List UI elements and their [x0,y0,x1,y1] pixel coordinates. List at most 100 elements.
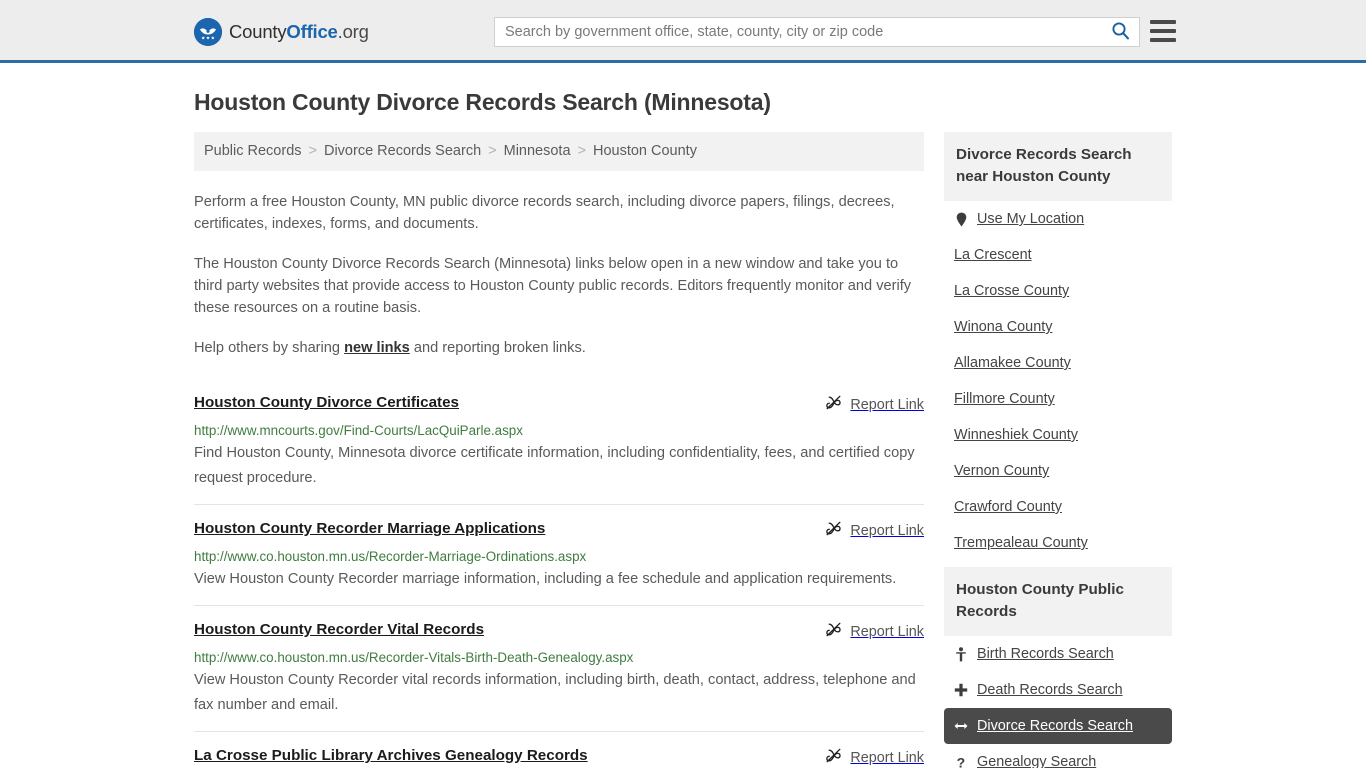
result-title-link[interactable]: Houston County Recorder Marriage Applica… [194,519,545,539]
sidebar-nearby-link[interactable]: Winona County [954,318,1052,336]
result-header: Houston County Recorder Marriage Applica… [194,519,924,542]
report-link-button[interactable]: Report Link [825,746,924,768]
sidebar-item-la-crosse-county[interactable]: La Crosse County [944,273,1172,309]
breadcrumb-separator: > [488,143,497,159]
breadcrumb-item-minnesota[interactable]: Minnesota [504,142,571,161]
result-title-link[interactable]: La Crosse Public Library Archives Geneal… [194,746,588,766]
results-list: Houston County Divorce Certificates Repo… [194,379,924,768]
sidebar-nearby-list: Use My Location La Crescent La Crosse Co… [944,201,1172,561]
broken-link-icon [825,394,842,416]
sidebar-public-records-list: Birth Records Search Death Records Searc… [944,636,1172,768]
intro-paragraph-3: Help others by sharing new links and rep… [194,337,924,359]
breadcrumb: Public Records > Divorce Records Search … [194,132,924,171]
main-content: Public Records > Divorce Records Search … [194,132,924,768]
map-pin-icon [954,211,968,227]
logo-part-county: County [229,21,287,42]
sidebar-public-records-box: Houston County Public Records Birth Reco… [944,567,1172,768]
sidebar-nearby-link[interactable]: Winneshiek County [954,426,1078,444]
county-office-emblem-icon [194,18,222,46]
report-link-button[interactable]: Report Link [825,519,924,542]
sidebar-item-death-records-search[interactable]: Death Records Search [944,672,1172,708]
breadcrumb-item-houston-county[interactable]: Houston County [593,142,697,161]
sidebar-nearby-link[interactable]: Trempealeau County [954,534,1088,552]
intro-p3-before: Help others by sharing [194,340,345,356]
intro-paragraph-2: The Houston County Divorce Records Searc… [194,256,912,316]
left-right-arrow-icon [954,718,968,734]
intro-paragraph-1: Perform a free Houston County, MN public… [194,194,895,232]
hamburger-bar [1150,29,1176,33]
result-header: Houston County Recorder Vital Records Re… [194,620,924,643]
sidebar-public-records-link[interactable]: Genealogy Search [977,753,1096,768]
sidebar-nearby-link[interactable]: Vernon County [954,462,1049,480]
report-link-label: Report Link [850,523,924,539]
logo-part-tld: .org [337,21,369,42]
intro-p3-after: and reporting broken links. [409,340,586,356]
result-header: La Crosse Public Library Archives Geneal… [194,746,924,768]
svg-text:?: ? [956,755,965,768]
sidebar-item-la-crescent[interactable]: La Crescent [944,237,1172,273]
search-icon [1111,21,1130,43]
sidebar-item-fillmore-county[interactable]: Fillmore County [944,381,1172,417]
result-title-link[interactable]: Houston County Divorce Certificates [194,393,459,413]
result-url[interactable]: http://www.mncourts.gov/Find-Courts/LacQ… [194,422,924,440]
breadcrumb-item-divorce-records-search[interactable]: Divorce Records Search [324,142,481,161]
result-description: Find Houston County, Minnesota divorce c… [194,445,915,486]
report-link-button[interactable]: Report Link [825,620,924,643]
report-link-label: Report Link [850,397,924,413]
site-header: CountyOffice.org [0,0,1366,63]
logo-part-office: Office [286,21,338,42]
report-link-label: Report Link [850,750,924,766]
menu-button[interactable] [1150,20,1176,42]
page-title: Houston County Divorce Records Search (M… [194,89,771,115]
sidebar-nearby-link[interactable]: Crawford County [954,498,1062,516]
broken-link-icon [825,520,842,542]
cross-icon [954,682,968,698]
site-logo[interactable]: CountyOffice.org [194,18,369,46]
sidebar-item-genealogy-search[interactable]: ? Genealogy Search [944,744,1172,768]
sidebar-item-crawford-county[interactable]: Crawford County [944,489,1172,525]
sidebar-item-winneshiek-county[interactable]: Winneshiek County [944,417,1172,453]
sidebar-nearby-link[interactable]: Allamakee County [954,354,1071,372]
sidebar-item-birth-records-search[interactable]: Birth Records Search [944,636,1172,672]
question-mark-icon: ? [954,754,968,768]
content-columns: Public Records > Divorce Records Search … [194,132,1172,768]
sidebar-nearby-link[interactable]: La Crescent [954,246,1032,264]
intro-text: Perform a free Houston County, MN public… [194,191,924,359]
result-item: La Crosse Public Library Archives Geneal… [194,731,924,768]
result-header: Houston County Divorce Certificates Repo… [194,393,924,416]
result-item: Houston County Recorder Vital Records Re… [194,605,924,731]
sidebar-nearby-link[interactable]: La Crosse County [954,282,1069,300]
sidebar-public-records-link[interactable]: Death Records Search [977,681,1123,699]
breadcrumb-separator: > [308,143,317,159]
sidebar-item-vernon-county[interactable]: Vernon County [944,453,1172,489]
sidebar: Divorce Records Search near Houston Coun… [944,132,1172,768]
sidebar-item-winona-county[interactable]: Winona County [944,309,1172,345]
breadcrumb-separator: > [577,143,586,159]
sidebar-item-divorce-records-search[interactable]: Divorce Records Search [944,708,1172,744]
broken-link-icon [825,621,842,643]
page-container: Houston County Divorce Records Search (M… [0,89,1366,768]
sidebar-nearby-link[interactable]: Fillmore County [954,390,1055,408]
sidebar-nearby-link[interactable]: Use My Location [977,210,1084,228]
search-input[interactable] [495,18,1101,46]
report-link-button[interactable]: Report Link [825,393,924,416]
result-title-link[interactable]: Houston County Recorder Vital Records [194,620,484,640]
baby-icon [954,646,968,662]
sidebar-item-trempealeau-county[interactable]: Trempealeau County [944,525,1172,561]
search-button[interactable] [1101,18,1139,46]
result-url[interactable]: http://www.co.houston.mn.us/Recorder-Vit… [194,649,924,667]
breadcrumb-item-public-records[interactable]: Public Records [204,142,302,161]
sidebar-item-allamakee-county[interactable]: Allamakee County [944,345,1172,381]
report-link-label: Report Link [850,624,924,640]
site-logo-text: CountyOffice.org [229,21,369,43]
hamburger-bar [1150,20,1176,24]
new-links-link[interactable]: new links [344,340,410,356]
sidebar-item-use-my-location[interactable]: Use My Location [944,201,1172,237]
result-description: View Houston County Recorder marriage in… [194,571,897,587]
sidebar-public-records-link[interactable]: Divorce Records Search [977,717,1133,735]
sidebar-public-records-link[interactable]: Birth Records Search [977,645,1114,663]
hamburger-bar [1150,38,1176,42]
result-url[interactable]: http://www.co.houston.mn.us/Recorder-Mar… [194,548,924,566]
result-item: Houston County Divorce Certificates Repo… [194,379,924,504]
result-item: Houston County Recorder Marriage Applica… [194,504,924,605]
